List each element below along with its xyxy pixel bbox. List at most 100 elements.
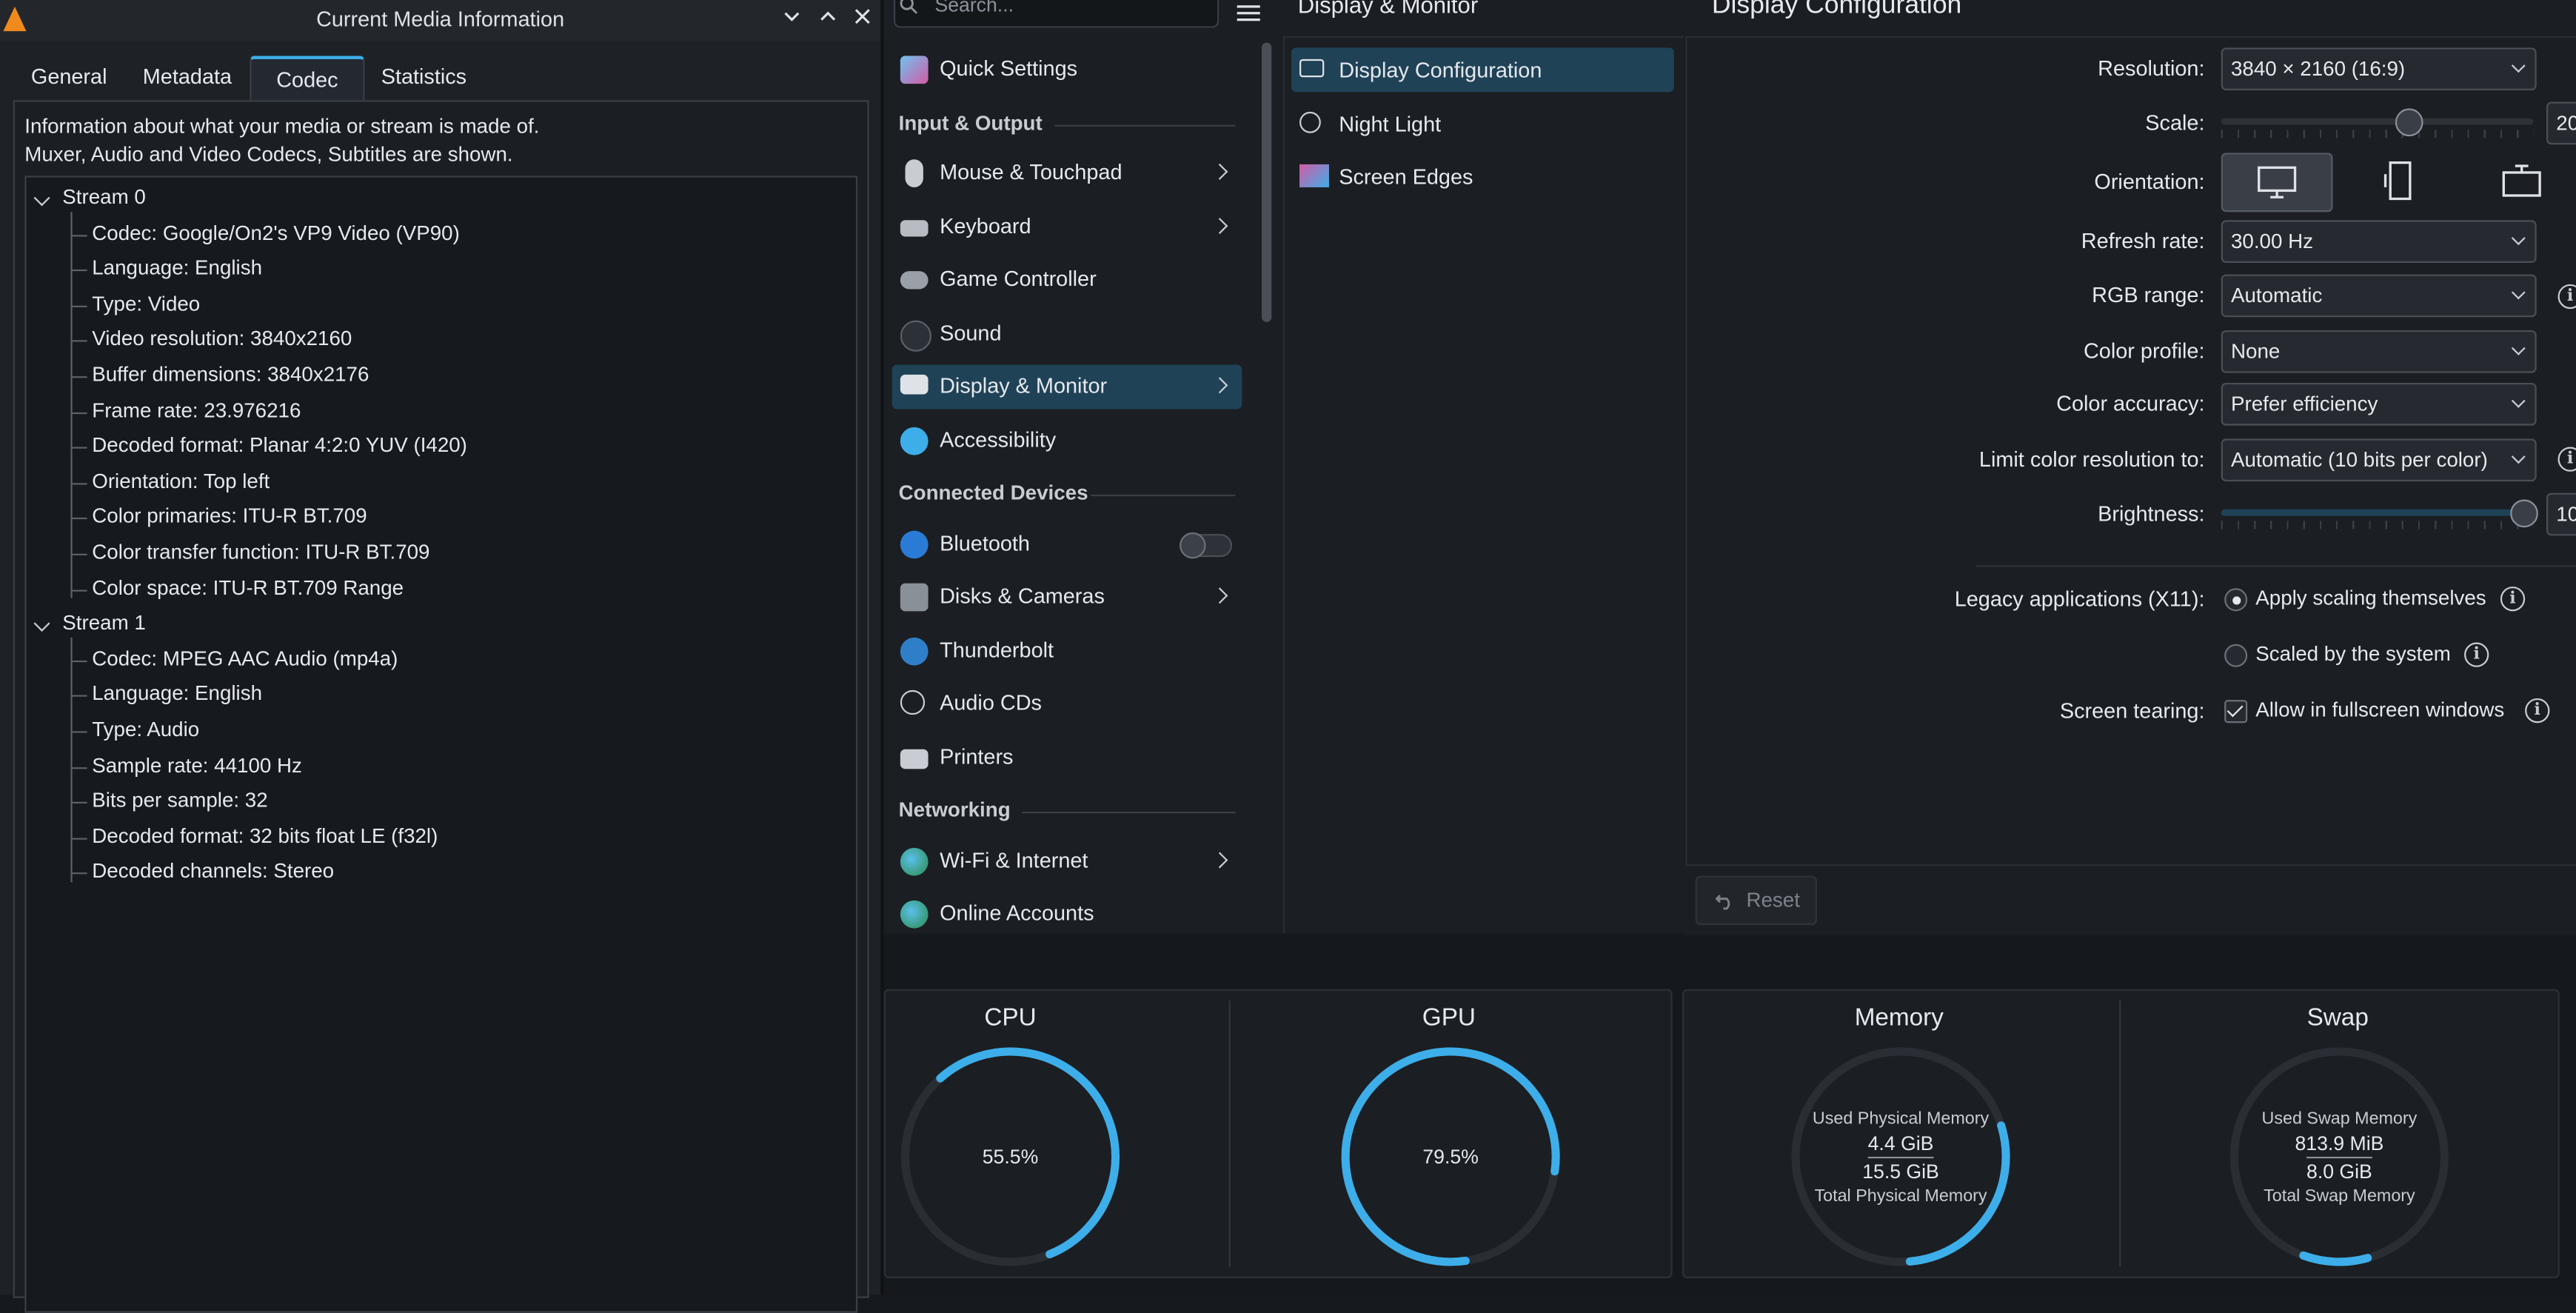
chevron-down-icon bbox=[2511, 341, 2526, 355]
legacy-apply-radio[interactable] bbox=[2224, 588, 2248, 612]
subcategory-night-light[interactable]: Night Light bbox=[1291, 102, 1674, 147]
sidebar-scrollbar[interactable] bbox=[1261, 42, 1272, 322]
sidebar-item-quick-settings[interactable]: Quick Settings bbox=[892, 47, 1242, 92]
sidebar-item-disks[interactable]: Disks & Cameras bbox=[892, 575, 1242, 620]
orientation-portrait-button[interactable] bbox=[2346, 153, 2454, 208]
legacy-apply-label: Apply scaling themselves bbox=[2255, 587, 2486, 610]
globe-icon bbox=[900, 847, 929, 876]
color-profile-combobox[interactable]: None bbox=[2221, 330, 2537, 373]
stream-property: Frame rate: 23.976216 bbox=[92, 398, 301, 422]
gpu-percentage: 79.5% bbox=[1422, 1145, 1479, 1169]
tab-statistics[interactable]: Statistics bbox=[365, 56, 484, 101]
header-divider bbox=[1685, 36, 2576, 39]
sidebar-item-label: Mouse & Touchpad bbox=[940, 159, 1123, 184]
mouse-icon bbox=[905, 159, 923, 187]
disk-icon bbox=[900, 583, 929, 612]
screen-tearing-checkbox[interactable] bbox=[2224, 700, 2248, 724]
info-icon[interactable]: i bbox=[2464, 642, 2489, 667]
stream-node[interactable]: Stream 1 bbox=[62, 612, 146, 635]
maximize-button[interactable] bbox=[814, 7, 840, 33]
sidebar-item-label: Sound bbox=[940, 320, 1002, 345]
stream-node[interactable]: Stream 0 bbox=[62, 186, 146, 209]
orientation-flipped-button[interactable] bbox=[2467, 153, 2575, 208]
legacy-system-radio[interactable] bbox=[2224, 644, 2248, 667]
scale-spinbox[interactable]: 20 bbox=[2546, 101, 2576, 145]
gpu-title: GPU bbox=[1422, 1003, 1476, 1032]
title-bar[interactable]: Current Media Information bbox=[0, 0, 881, 41]
sidebar-item-online-accounts[interactable]: Online Accounts bbox=[892, 892, 1242, 937]
sidebar-item-audio-cds[interactable]: Audio CDs bbox=[892, 682, 1242, 726]
quick-settings-icon bbox=[900, 56, 929, 84]
color-accuracy-combobox[interactable]: Prefer efficiency bbox=[2221, 382, 2537, 426]
brightness-value: 10 bbox=[2556, 502, 2576, 526]
subcategory-label: Night Light bbox=[1339, 111, 1442, 137]
expand-chevron-icon[interactable] bbox=[33, 190, 50, 207]
tab-metadata[interactable]: Metadata bbox=[128, 56, 247, 101]
sidebar-item-printers[interactable]: Printers bbox=[892, 736, 1242, 781]
sidebar-item-sound[interactable]: Sound bbox=[892, 313, 1242, 357]
color-profile-label: Color profile: bbox=[2083, 338, 2205, 364]
stream-property: Color primaries: ITU-R BT.709 bbox=[92, 505, 367, 529]
stream-property: Color transfer function: ITU-R BT.709 bbox=[92, 540, 430, 564]
sidebar-item-keyboard[interactable]: Keyboard bbox=[892, 205, 1242, 250]
sidebar-item-game-controller[interactable]: Game Controller bbox=[892, 258, 1242, 302]
hamburger-menu-button[interactable] bbox=[1235, 0, 1261, 21]
legacy-apps-label: Legacy applications (X11): bbox=[1954, 587, 2205, 612]
sidebar-item-mouse[interactable]: Mouse & Touchpad bbox=[892, 151, 1242, 196]
close-button[interactable] bbox=[849, 7, 875, 33]
sidebar-item-display[interactable]: Display & Monitor bbox=[891, 364, 1242, 410]
info-icon[interactable]: i bbox=[2525, 698, 2550, 724]
bluetooth-toggle[interactable] bbox=[1180, 532, 1233, 559]
stream-property: Codec: Google/On2's VP9 Video (VP90) bbox=[92, 221, 460, 244]
section-divider bbox=[1054, 124, 1236, 127]
orientation-landscape-button[interactable] bbox=[2221, 153, 2333, 213]
section-divider bbox=[1091, 494, 1236, 497]
orientation-label: Orientation: bbox=[2094, 169, 2205, 194]
stream-tree[interactable]: Stream 0 Codec: Google/On2's VP9 Video (V… bbox=[24, 176, 858, 1313]
tree-branch bbox=[70, 660, 87, 662]
sidebar-item-bluetooth[interactable]: Bluetooth bbox=[892, 523, 1242, 567]
limit-color-combobox[interactable]: Automatic (10 bits per color) bbox=[2221, 438, 2537, 482]
tree-branch bbox=[70, 838, 87, 840]
sidebar-item-label: Thunderbolt bbox=[940, 637, 1054, 663]
memory-used-value: 4.4 GiB bbox=[1867, 1132, 1934, 1155]
rgb-range-label: RGB range: bbox=[2092, 282, 2205, 307]
memory-total-label: Total Physical Memory bbox=[1814, 1186, 1987, 1206]
brightness-slider-handle[interactable] bbox=[2510, 499, 2538, 528]
stream-property: Decoded format: Planar 4:2:0 YUV (I420) bbox=[92, 434, 467, 458]
tab-codec[interactable]: Codec bbox=[250, 56, 365, 105]
sidebar-item-label: Accessibility bbox=[940, 427, 1057, 452]
brightness-spinbox[interactable]: 10 bbox=[2546, 492, 2576, 536]
sidebar-item-accessibility[interactable]: Accessibility bbox=[892, 419, 1242, 464]
sidebar-item-label: Audio CDs bbox=[940, 689, 1042, 715]
subcategory-display-configuration[interactable]: Display Configuration bbox=[1291, 47, 1674, 93]
swap-total-label: Total Swap Memory bbox=[2264, 1186, 2415, 1206]
stream-property: Sample rate: 44100 Hz bbox=[92, 753, 302, 777]
swap-used-value: 813.9 MiB bbox=[2295, 1132, 2384, 1155]
expand-chevron-icon[interactable] bbox=[33, 615, 50, 632]
swap-gauge-arc bbox=[2299, 1251, 2372, 1266]
tree-guide bbox=[70, 638, 73, 883]
search-input[interactable]: Search... bbox=[893, 0, 1220, 28]
sidebar-item-label: Disks & Cameras bbox=[940, 583, 1105, 608]
sidebar-item-wifi[interactable]: Wi-Fi & Internet bbox=[892, 840, 1242, 884]
subcategory-screen-edges[interactable]: Screen Edges bbox=[1291, 155, 1674, 199]
brightness-slider[interactable] bbox=[2221, 509, 2534, 516]
speaker-icon bbox=[900, 320, 932, 352]
sidebar-item-thunderbolt[interactable]: Thunderbolt bbox=[892, 629, 1242, 674]
refresh-rate-combobox[interactable]: 30.00 Hz bbox=[2221, 220, 2537, 263]
stream-property: Decoded channels: Stereo bbox=[92, 860, 335, 883]
scale-slider-handle[interactable] bbox=[2395, 108, 2423, 137]
minimize-button[interactable] bbox=[779, 7, 805, 33]
resolution-combobox[interactable]: 3840 × 2160 (16:9) bbox=[2221, 47, 2537, 91]
rgb-range-value: Automatic bbox=[2230, 284, 2323, 307]
reset-button[interactable]: Reset bbox=[1695, 875, 1817, 926]
scale-slider[interactable] bbox=[2221, 118, 2534, 125]
tab-general[interactable]: General bbox=[13, 56, 125, 101]
info-icon[interactable]: i bbox=[2500, 587, 2526, 612]
monitor-icon bbox=[900, 374, 929, 395]
refresh-rate-value: 30.00 Hz bbox=[2230, 230, 2313, 253]
tree-branch bbox=[70, 695, 87, 698]
rgb-range-combobox[interactable]: Automatic bbox=[2221, 274, 2537, 318]
chevron-down-icon bbox=[784, 12, 800, 21]
